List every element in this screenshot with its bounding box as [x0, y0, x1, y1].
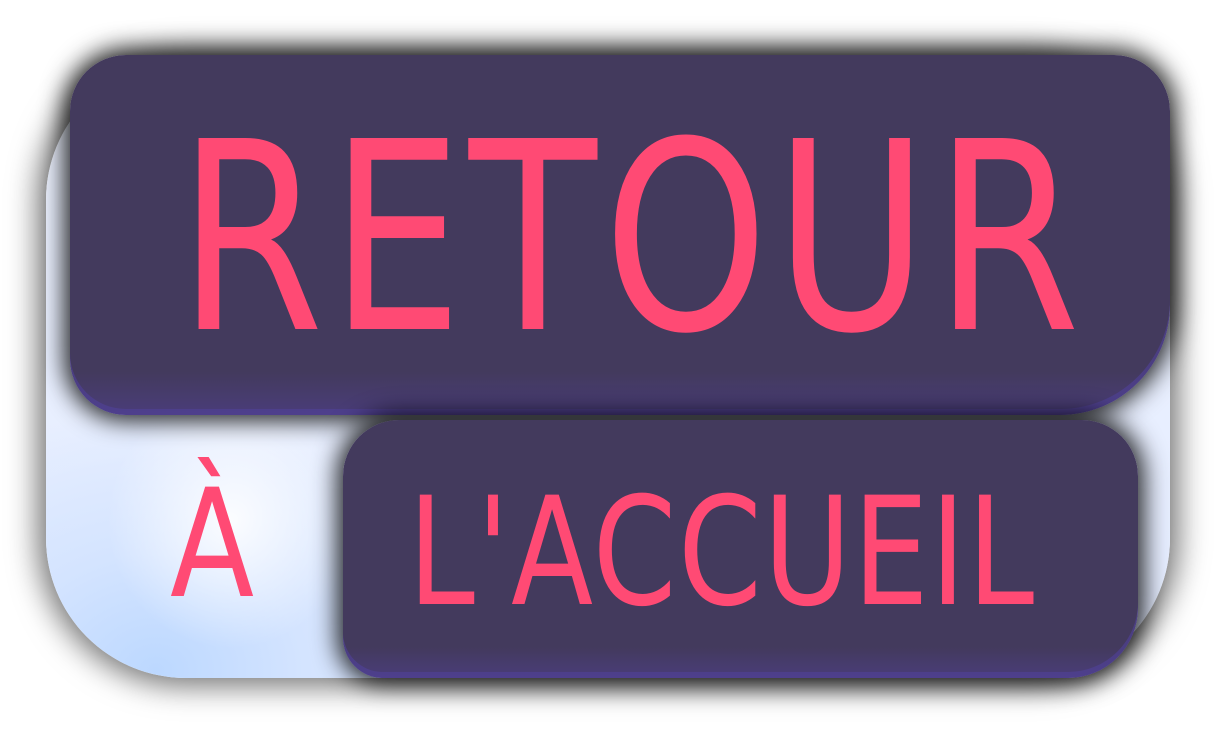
retour-label: RETOUR — [178, 86, 1087, 391]
a-label: À — [170, 458, 255, 632]
accueil-label: L'ACCUEIL — [408, 466, 1036, 640]
back-to-home-button[interactable]: RETOUR À L'ACCUEIL — [0, 0, 1228, 736]
